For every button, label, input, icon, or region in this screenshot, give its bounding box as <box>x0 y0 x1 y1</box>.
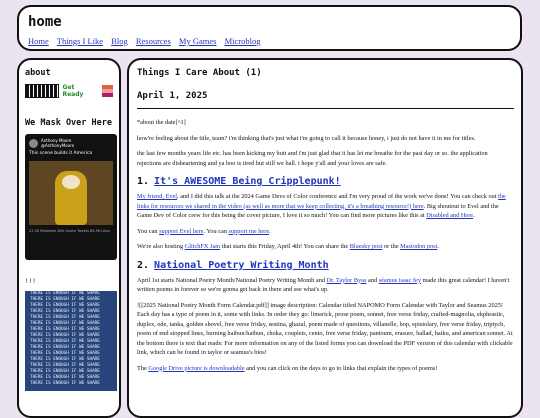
get-ready-badge[interactable]: Get Ready <box>25 84 113 98</box>
nav-blog[interactable]: Blog <box>111 36 128 46</box>
text: The <box>137 364 149 372</box>
link-glitchfx-jam[interactable]: GlitchFX Jam <box>185 243 221 250</box>
section-link-poetry-month[interactable]: National Poetry Writing Month <box>154 260 329 271</box>
intro-paragraph: the last few months years life etc. has … <box>137 150 488 167</box>
nav-things-i-like[interactable]: Things I Like <box>57 36 103 46</box>
paragraph: We're also hosting GlitchFX Jam that sta… <box>137 242 513 252</box>
post-title: Things I Care About (1) <box>137 68 262 78</box>
sidebar: about Get Ready We Mask Over Here Anthon… <box>17 58 121 418</box>
text: . <box>269 227 271 235</box>
link-dr-taylor-byas[interactable]: Dr. Taylor Byas <box>327 277 367 284</box>
pride-flag-icon <box>101 85 113 97</box>
text: We're also hosting <box>137 243 185 250</box>
text: April 1st starts National Poetry Month/N… <box>137 276 327 284</box>
masked-person-photo <box>29 161 113 225</box>
exclaim-heading: !!! <box>25 278 36 285</box>
text: and you can click on the days to go to l… <box>244 364 438 372</box>
calendar-description: ![[2025 National Poetry Month Form Calen… <box>137 301 513 357</box>
text: . <box>473 212 475 219</box>
tweet-header: Anthony Moore @AnthonyMoore <box>25 134 117 148</box>
text: , and I did this talk at the 2024 Game D… <box>177 193 499 200</box>
mask-heading: We Mask Over Here <box>25 118 112 128</box>
main-content: Things I Care About (1) April 1, 2025 *a… <box>127 58 523 418</box>
text: and <box>366 276 379 284</box>
section-number: 1. <box>137 176 150 187</box>
site-header: home Home Things I Like Blog Resources M… <box>17 5 522 51</box>
link-my-friend-evel[interactable]: My friend, Evel <box>137 193 177 200</box>
tweet-screenshot: Anthony Moore @AnthonyMoore This scene b… <box>25 134 117 260</box>
tweet-text: This scene builds it America <box>29 151 93 156</box>
tweet-stats: 22.2K Retweets 800 Quote Tweets 86.9K Li… <box>29 229 111 233</box>
section-link-cripplepunk[interactable]: It's AWESOME Being Cripplepunk! <box>154 176 341 187</box>
about-heading: about <box>25 68 51 78</box>
divider <box>137 108 514 109</box>
main-nav: Home Things I Like Blog Resources My Gam… <box>28 36 520 46</box>
text: You can <box>137 227 160 235</box>
section-heading: 2. National Poetry Writing Month <box>137 260 521 271</box>
link-google-drive-picture[interactable]: Google Drive picture is downloadable <box>148 365 244 372</box>
link-disabled-and-here[interactable]: Disabled and Here <box>426 212 473 219</box>
tweet-author: Anthony Moore @AnthonyMoore <box>41 138 74 148</box>
intro-paragraph: how're feeling about the title, team? i'… <box>137 134 476 142</box>
tweet-author-handle: @AnthonyMoore <box>41 143 75 148</box>
badge-text: Get Ready <box>62 84 84 98</box>
paragraph: The Google Drive picture is downloadable… <box>137 364 513 374</box>
link-bluesky-post[interactable]: Bluesky post <box>350 243 383 250</box>
link-support-evel[interactable]: support Evel here <box>159 228 203 235</box>
avatar <box>29 138 38 148</box>
link-seamus-isaac-fey[interactable]: séamus isaac fey <box>379 277 421 284</box>
post-date: April 1, 2025 <box>137 91 208 101</box>
nav-microblog[interactable]: Microblog <box>225 36 261 46</box>
link-support-me[interactable]: support me here <box>229 228 270 235</box>
section-number: 2. <box>137 259 150 271</box>
text: or the <box>382 243 401 250</box>
section-heading: 1. It's AWESOME Being Cripplepunk! <box>137 176 521 187</box>
enough-if-we-share-poster: THERE IS ENOUGH IF WE SHARE THERE IS ENO… <box>25 291 117 391</box>
poster-line: THERE IS ENOUGH IF WE SHARE <box>30 381 100 386</box>
nav-my-games[interactable]: My Games <box>179 36 217 46</box>
photo-mask <box>62 175 80 189</box>
pixel-logo-icon <box>25 84 60 98</box>
nav-resources[interactable]: Resources <box>136 36 171 46</box>
text: . <box>437 243 439 250</box>
about-date-note: *about the date[^1] <box>137 119 186 126</box>
nav-home[interactable]: Home <box>28 36 49 46</box>
text: that starts this Friday, April 4th! You … <box>220 243 350 250</box>
site-title: home <box>28 14 62 30</box>
paragraph: April 1st starts National Poetry Month/N… <box>137 276 513 295</box>
link-mastodon-post[interactable]: Mastodon post <box>400 243 437 250</box>
text: . You can <box>203 227 229 235</box>
paragraph: My friend, Evel, and I did this talk at … <box>137 192 513 221</box>
paragraph: You can support Evel here. You can suppo… <box>137 227 513 237</box>
